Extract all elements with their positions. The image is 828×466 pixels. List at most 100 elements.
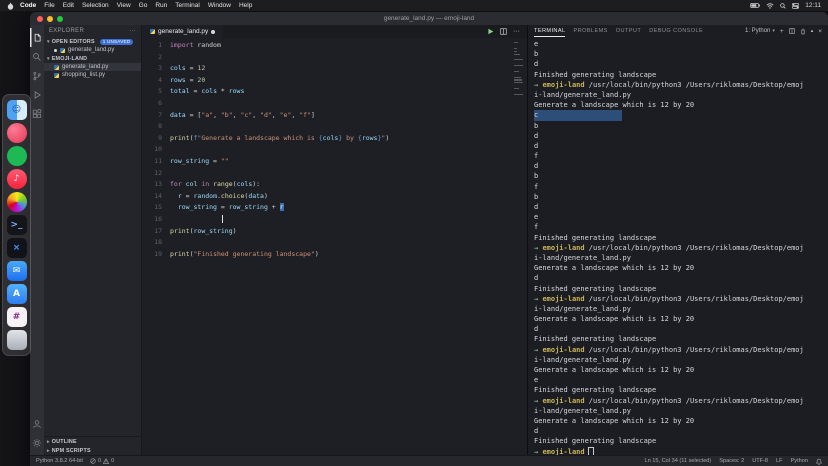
terminal-line: d — [534, 141, 828, 151]
file-tree-item[interactable]: generate_land.py — [44, 63, 141, 71]
wifi-icon[interactable] — [766, 3, 774, 9]
menu-item-file[interactable]: File — [44, 2, 54, 9]
line-number: 2 — [142, 52, 162, 64]
explorer-icon[interactable] — [30, 28, 44, 47]
code-text: data = ["a", "b", "c", "d", "e", "f"] — [162, 110, 315, 122]
modified-dot-icon[interactable] — [211, 30, 215, 34]
search-icon[interactable] — [780, 3, 786, 9]
terminal-line: Generate a landscape which is 12 by 20 — [534, 365, 828, 375]
menu-item-code[interactable]: Code — [20, 2, 36, 9]
section-outline[interactable]: ▸OUTLINE — [44, 437, 141, 446]
cursor-position[interactable]: Ln 15, Col 34 (11 selected) — [645, 458, 712, 464]
slack-dock-icon[interactable]: # — [7, 307, 27, 327]
panel-tab-terminal[interactable]: TERMINAL — [534, 25, 565, 37]
run-debug-icon[interactable] — [30, 85, 44, 104]
editor-more-actions-icon[interactable]: ··· — [513, 28, 520, 35]
editor-tab[interactable]: generate_land.py — [142, 25, 223, 38]
problems-status[interactable]: 0 0 — [90, 458, 114, 464]
line-number: 13 — [142, 179, 162, 191]
file-tree-item[interactable]: shopping_list.py — [44, 71, 141, 79]
extensions-icon[interactable] — [30, 104, 44, 123]
terminal-line: Generate a landscape which is 12 by 20 — [534, 416, 828, 426]
eol[interactable]: LF — [776, 458, 783, 464]
code-text: total = cols * rows — [162, 86, 244, 98]
code-text — [162, 214, 223, 226]
split-terminal-icon[interactable] — [789, 28, 795, 34]
sidebar-bottom-sections: ▸OUTLINE▸NPM SCRIPTS — [44, 436, 141, 455]
terminal-panel: TERMINAL PROBLEMS OUTPUT DEBUG CONSOLE 1: P… — [527, 25, 828, 455]
terminal-line: → emoji-land /usr/local/bin/python3 /Use… — [534, 396, 828, 406]
menu-item-run[interactable]: Run — [155, 2, 167, 9]
python-interpreter-status[interactable]: Python 3.8.2 64-bit — [36, 458, 83, 464]
code-line: 11row_string = "" — [142, 156, 527, 168]
close-panel-icon[interactable]: × — [818, 28, 822, 35]
window-titlebar[interactable]: generate_land.py — emoji-land — [30, 12, 828, 25]
code-line: 14 r = random.choice(data) — [142, 191, 527, 203]
minimap[interactable] — [514, 42, 524, 97]
mail-dock-icon[interactable]: ✉ — [7, 261, 27, 281]
red-app-dock-icon[interactable] — [7, 123, 27, 143]
open-editor-item[interactable]: generate_land.py — [44, 46, 141, 54]
code-line: 15 row_string = row_string + r — [142, 202, 527, 214]
menu-item-selection[interactable]: Selection — [82, 2, 109, 9]
code-text — [162, 98, 170, 110]
indentation[interactable]: Spaces: 2 — [719, 458, 744, 464]
menu-item-help[interactable]: Help — [239, 2, 252, 9]
panel-tab-problems[interactable]: PROBLEMS — [573, 25, 607, 37]
finder-dock-icon[interactable]: ☺ — [7, 100, 27, 120]
music-dock-icon[interactable]: ♪ — [7, 169, 27, 189]
battery-icon[interactable] — [750, 3, 760, 8]
control-center-icon[interactable] — [792, 3, 799, 9]
line-number: 17 — [142, 226, 162, 238]
zoom-window-button[interactable] — [57, 16, 63, 22]
tab-label: generate_land.py — [158, 28, 208, 35]
green-app-dock-icon[interactable] — [7, 146, 27, 166]
terminal-output[interactable]: ebdFinished generating landscape→ emoji-… — [528, 37, 828, 455]
account-icon[interactable] — [30, 414, 44, 433]
panel-tab-output[interactable]: OUTPUT — [616, 25, 641, 37]
app-store-dock-icon[interactable]: A — [7, 284, 27, 304]
menu-item-terminal[interactable]: Terminal — [175, 2, 200, 9]
code-text: print(f"Generate a landscape which is {c… — [162, 133, 389, 145]
search-sidebar-icon[interactable] — [30, 47, 44, 66]
encoding[interactable]: UTF-8 — [752, 458, 768, 464]
source-control-icon[interactable] — [30, 66, 44, 85]
section-npm-scripts[interactable]: ▸NPM SCRIPTS — [44, 446, 141, 455]
code-editor[interactable]: 1import random23cols = 124rows = 205tota… — [142, 38, 527, 455]
terminal-line: Finished generating landscape — [534, 385, 828, 395]
minimize-window-button[interactable] — [47, 16, 53, 22]
run-python-file-icon[interactable] — [487, 28, 494, 35]
apple-menu-icon[interactable] — [7, 2, 14, 10]
menu-item-view[interactable]: View — [117, 2, 131, 9]
new-terminal-icon[interactable]: + — [780, 28, 784, 35]
open-editors-section[interactable]: ▾ OPEN EDITORS 1 UNSAVED — [44, 37, 141, 46]
close-window-button[interactable] — [37, 16, 43, 22]
folder-section[interactable]: ▾ EMOJI-LAND — [44, 54, 141, 63]
maximize-panel-icon[interactable]: ▴ — [811, 28, 814, 34]
split-editor-icon[interactable] — [500, 28, 507, 35]
terminal-dock-icon[interactable]: >_ — [7, 215, 27, 235]
trash-dock-icon[interactable] — [7, 330, 27, 350]
code-text: import random — [162, 40, 221, 52]
sidebar-more-actions-icon[interactable]: ··· — [129, 28, 136, 34]
code-line: 9print(f"Generate a landscape which is {… — [142, 133, 527, 145]
menu-item-edit[interactable]: Edit — [63, 2, 74, 9]
menu-item-window[interactable]: Window — [208, 2, 231, 9]
code-line: 13for col in range(cols): — [142, 179, 527, 191]
kill-terminal-icon[interactable] — [800, 28, 806, 35]
terminal-selector-dropdown[interactable]: 1: Python▾ — [745, 28, 775, 34]
panel-tab-debug-console[interactable]: DEBUG CONSOLE — [649, 25, 703, 37]
menubar-clock[interactable]: 12:11 — [805, 2, 821, 9]
photos-dock-icon[interactable] — [7, 192, 27, 212]
terminal-line: Generate a landscape which is 12 by 20 — [534, 100, 828, 110]
menu-item-go[interactable]: Go — [139, 2, 148, 9]
terminal-line: f — [534, 222, 828, 232]
notifications-bell-icon[interactable] — [816, 458, 822, 465]
settings-gear-icon[interactable] — [30, 433, 44, 452]
terminal-line: Finished generating landscape — [534, 233, 828, 243]
terminal-line: e — [534, 212, 828, 222]
code-text — [162, 168, 170, 180]
blue-x-app-dock-icon[interactable]: × — [7, 238, 27, 258]
dock: ☺ ♪ >_ × ✉ A # — [2, 94, 31, 356]
language-mode[interactable]: Python — [791, 458, 808, 464]
